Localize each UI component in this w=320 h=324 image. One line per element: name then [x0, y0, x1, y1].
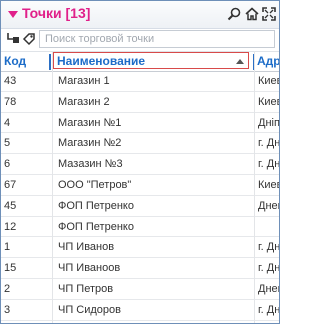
cell-name: ФОП Петренко: [58, 199, 134, 212]
table-row[interactable]: 78 Магазин 2 Киев: [1, 92, 279, 113]
expand-icon[interactable]: [261, 6, 277, 22]
table-row[interactable]: 5 Магазин №2 г. Дн: [1, 133, 280, 155]
cell-address: Дніп: [258, 116, 280, 129]
cell-address: [258, 217, 279, 237]
table-row[interactable]: 45 ФОП Петренко Днеп: [1, 196, 279, 217]
cell-code: 4: [4, 116, 11, 129]
cell-code: 45: [4, 199, 17, 212]
cell-name: Магазин №2: [58, 137, 122, 150]
column-divider: [52, 51, 53, 323]
table-row[interactable]: 2 ЧП Петров Днеп: [1, 279, 279, 300]
cell-name: ФОП Петренко: [58, 220, 134, 233]
search-icon[interactable]: [226, 6, 242, 22]
cell-name: ЧП Петров: [58, 282, 114, 295]
filter-icon[interactable]: [6, 32, 20, 46]
tag-icon[interactable]: [22, 32, 36, 46]
table-row[interactable]: 1 ЧП Иванов г. Дн: [1, 237, 280, 259]
cell-address: Днеп: [258, 282, 279, 295]
cell-name: ООО "Петров": [58, 178, 132, 191]
column-header-name[interactable]: Наименование: [53, 52, 249, 69]
cell-address: г. Дн: [258, 241, 280, 254]
table-row[interactable]: 4 Магазин №1 Дніп: [1, 113, 279, 134]
cell-address: г. Дн: [258, 303, 280, 316]
table-row[interactable]: 43 Магазин 1 Киев: [1, 71, 279, 92]
cell-code: 2: [4, 282, 11, 295]
table-row[interactable]: 67 ООО "Петров" Киев: [1, 175, 279, 196]
cell-name: Мазазин №3: [58, 158, 123, 171]
cell-name: ЧП Иванов: [58, 241, 115, 254]
column-divider: [254, 51, 255, 323]
cell-code: 1: [4, 241, 11, 254]
panel-toolbar: [1, 29, 279, 51]
cell-code: 6: [4, 158, 11, 171]
cell-address: г. Дн: [258, 262, 280, 275]
table-row[interactable]: 6 Мазазин №3 г. Дн: [1, 154, 279, 175]
column-header-address[interactable]: Адр: [257, 52, 279, 71]
table-header: Код Наименование Адр: [1, 51, 279, 72]
column-header-code[interactable]: Код: [4, 52, 47, 71]
cell-address: Киев: [258, 75, 279, 87]
home-icon[interactable]: [244, 6, 260, 22]
panel-title: Точки [13]: [22, 5, 91, 21]
cell-code: 43: [4, 75, 17, 87]
cell-code: 3: [4, 303, 11, 316]
cell-address: г. Дн: [258, 158, 280, 171]
cell-code: 67: [4, 178, 17, 191]
cell-code: 12: [4, 220, 17, 233]
cell-code: 5: [4, 137, 11, 150]
cell-address: Днеп: [258, 199, 279, 212]
search-input[interactable]: [39, 30, 275, 48]
table-body: 43 Магазин 1 Киев 78 Магазин 2 Киев 4 Магазин №…: [1, 71, 279, 321]
cell-address: Киев: [258, 95, 279, 108]
table-row[interactable]: 3 ЧП Сидоров г. Дн: [1, 300, 279, 321]
table-row[interactable]: 15 ЧП Иваноов г. Дн: [1, 258, 279, 279]
sort-ascending-icon: [236, 59, 244, 64]
column-header-name-label: Наименование: [57, 54, 146, 68]
cell-name: ЧП Иваноов: [58, 262, 121, 275]
cell-code: 15: [4, 262, 17, 275]
points-panel: Точки [13] Код Наименование: [0, 0, 280, 324]
cell-name: ЧП Сидоров: [58, 303, 121, 316]
cell-name: Магазин 1: [58, 75, 110, 87]
column-resize-handle[interactable]: [49, 54, 51, 70]
cell-name: Магазин №1: [58, 116, 122, 129]
cell-name: Магазин 2: [58, 95, 110, 108]
cell-address: Киев: [258, 178, 279, 191]
caret-down-icon[interactable]: [7, 7, 19, 21]
table-row[interactable]: 12 ФОП Петренко: [1, 217, 279, 238]
cell-address: г. Дн: [258, 137, 280, 150]
panel-header: Точки [13]: [1, 1, 279, 29]
cell-code: 78: [4, 95, 17, 108]
